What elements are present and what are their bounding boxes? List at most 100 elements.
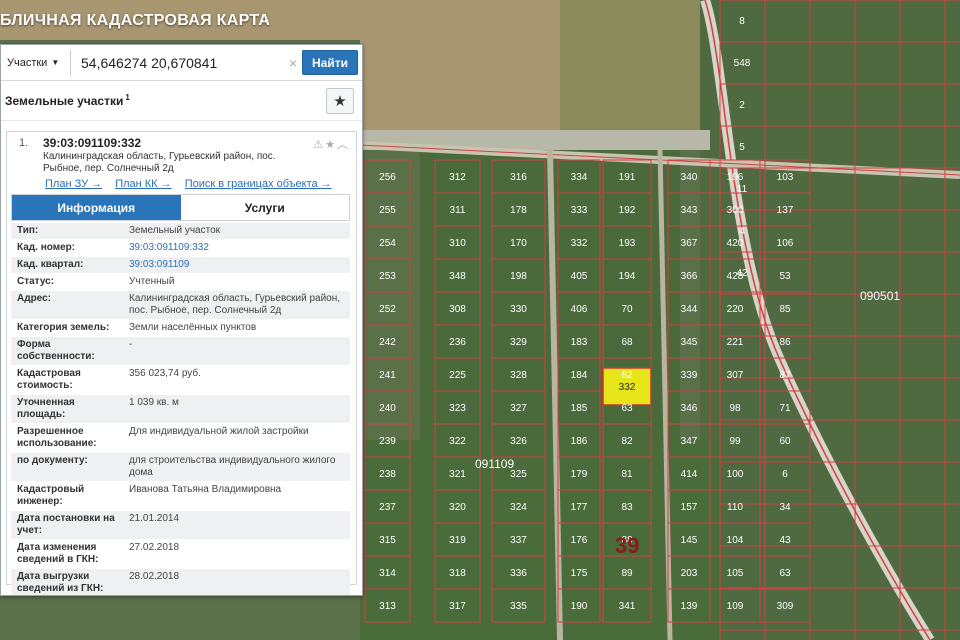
parcel-number-label: 104 (727, 535, 744, 546)
property-value[interactable]: 39:03:091109:332 (125, 240, 350, 256)
property-row: Разрешенное использование: Для индивидуал… (11, 424, 350, 453)
property-row: Форма собственности: - (11, 337, 350, 366)
property-value: 27.02.2018 (129, 542, 180, 553)
parcel-number-label: 63 (621, 403, 633, 414)
parcel-number-label: 178 (510, 205, 527, 216)
search-input[interactable] (71, 49, 284, 76)
card-header: 1. 39:03:091109:332 ⚠★︿ Калининградская … (7, 132, 356, 190)
parcel-number-label: 60 (779, 436, 791, 447)
parcel-number-label: 328 (510, 370, 527, 381)
parcel-number-label: 320 (449, 502, 466, 513)
result-card[interactable]: 1. 39:03:091109:332 ⚠★︿ Калининградская … (6, 131, 357, 595)
selected-parcel-label: 332 (619, 382, 636, 393)
parcel-number-label: 193 (619, 238, 636, 249)
parcel-number-label: 87 (779, 370, 791, 381)
property-value: 356 023,74 руб. (129, 368, 201, 379)
parcel-number-label: 184 (571, 370, 588, 381)
parcel-number-label: 253 (379, 271, 396, 282)
card-address: Калининградская область, Гурьевский райо… (43, 151, 276, 174)
parcel-number-label: 319 (449, 535, 466, 546)
plan-zu-link[interactable]: План ЗУ → (45, 178, 102, 190)
property-row: Тип: Земельный участок (11, 223, 350, 240)
star-icon[interactable]: ★ (326, 88, 354, 114)
parcel-number-label: 34 (779, 502, 791, 513)
results-title-text: Земельные участки (5, 94, 124, 108)
parcel-number-label: 310 (449, 238, 466, 249)
parcel-number-label: 106 (777, 238, 794, 249)
parcel-number-label: 63 (779, 568, 791, 579)
property-row: Статус: Учтенный (11, 274, 350, 291)
property-key: Кадастровый инженер: (17, 484, 85, 507)
parcel-number-label: 99 (729, 436, 741, 447)
property-value: Иванова Татьяна Владимировна (129, 484, 282, 495)
parcel-number-label: 62 (621, 370, 633, 381)
tab-info[interactable]: Информация (12, 195, 181, 220)
property-value[interactable]: 39:03:091109 (125, 257, 350, 273)
parcel-number-label: 11 (737, 184, 748, 195)
parcel-number-label: 70 (621, 304, 633, 315)
parcel-number-label: 255 (379, 205, 396, 216)
parcel-number-label: 83 (621, 502, 633, 513)
parcel-number-label: 225 (449, 370, 466, 381)
layer-select[interactable]: Участки ▼ (5, 49, 71, 76)
parcel-number-label: 176 (571, 535, 588, 546)
parcel-number-label: 333 (571, 205, 588, 216)
parcel-number-label: 177 (571, 502, 588, 513)
parcel-number-label: 71 (779, 403, 791, 414)
property-value: 21.01.2014 (129, 513, 180, 524)
parcel-number-label: 240 (379, 403, 396, 414)
plan-kk-link[interactable]: План КК → (115, 178, 171, 190)
property-key: Дата изменения сведений в ГКН: (17, 542, 99, 565)
parcel-number-label: 406 (571, 304, 588, 315)
card-tabs: Информация Услуги (11, 194, 350, 221)
parcel-number-label: 344 (681, 304, 698, 315)
property-key: Кад. квартал: (17, 259, 84, 270)
caret-down-icon: ▼ (51, 58, 60, 67)
tab-services[interactable]: Услуги (180, 195, 349, 220)
parcel-number-label: 190 (571, 601, 588, 612)
card-links: План ЗУ → План КК → Поиск в границах объ… (45, 178, 342, 190)
parcel-number-label: 2 (739, 100, 745, 111)
find-button[interactable]: Найти (302, 50, 358, 75)
cadastral-zone-label: 39 (615, 533, 639, 558)
search-bar: Участки ▼ × Найти (1, 45, 362, 81)
parcel-number-label: 89 (621, 568, 633, 579)
parcel-number-label: 346 (681, 403, 698, 414)
parcel-number-label: 330 (510, 304, 527, 315)
property-key: Адрес: (17, 293, 51, 304)
parcel-number-label: 170 (510, 238, 527, 249)
parcel-number-label: 347 (681, 436, 698, 447)
parcel-number-label: 311 (450, 205, 466, 216)
parcel-number-label: 42 (736, 268, 748, 279)
parcel-number-label: 309 (777, 601, 794, 612)
parcel-number-label: 324 (510, 502, 527, 513)
parcel-number-label: 256 (379, 172, 396, 183)
parcel-number-label: 53 (779, 271, 791, 282)
parcel-number-label: 183 (571, 337, 588, 348)
property-key: по документу: (17, 455, 88, 466)
close-icon[interactable]: × (284, 55, 302, 71)
card-action-icons[interactable]: ⚠★︿ (313, 136, 350, 152)
parcel-number-label: 191 (619, 172, 636, 183)
parcel-number-label: 341 (619, 601, 636, 612)
parcel-number-label: 343 (681, 205, 698, 216)
quarter-label-1: 091109 (475, 457, 514, 471)
parcel-number-label: 300 (727, 205, 744, 216)
parcel-number-label: 322 (449, 436, 466, 447)
card-index: 1. (19, 137, 29, 149)
parcel-number-label: 339 (681, 370, 698, 381)
parcel-number-label: 105 (727, 568, 744, 579)
parcel-number-label: 332 (571, 238, 588, 249)
card-cadastral-number: 39:03:091109:332 (43, 136, 142, 150)
parcel-number-label: 340 (681, 172, 698, 183)
property-row: Дата выгрузки сведений из ГКН: 28.02.2018 (11, 569, 350, 595)
parcel-number-label: 326 (510, 436, 527, 447)
parcel-number-label: 307 (727, 370, 744, 381)
search-in-bounds-link[interactable]: Поиск в границах объекта → (185, 178, 332, 190)
parcel-number-label: 237 (379, 502, 396, 513)
parcel-number-label: 68 (621, 337, 633, 348)
parcel-number-label: 329 (510, 337, 527, 348)
parcel-number-label: 321 (449, 469, 466, 480)
parcel-number-label: 220 (727, 304, 744, 315)
property-row: Уточненная площадь: 1 039 кв. м (11, 395, 350, 424)
